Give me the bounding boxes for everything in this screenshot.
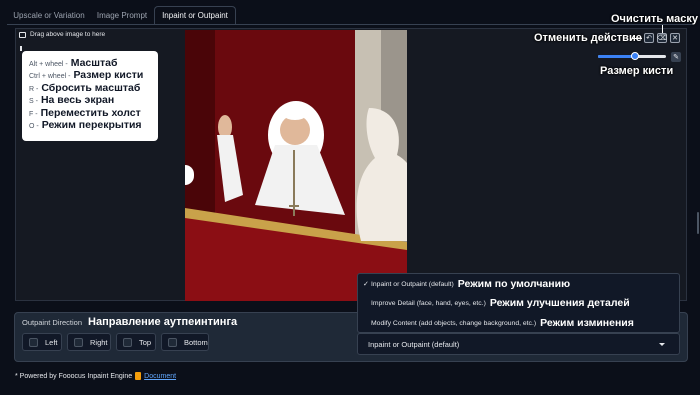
shortcut-annotation: На весь экран bbox=[40, 94, 115, 107]
select-value: Inpaint or Outpaint (default) bbox=[368, 339, 460, 349]
outpaint-direction-annotation: Направление аутпеинтинга bbox=[88, 316, 238, 328]
brush-icon[interactable]: ✎ bbox=[671, 52, 681, 62]
shortcut-row: Alt + wheel - Масштаб bbox=[29, 57, 151, 69]
clear-mask-icon: ⌫ bbox=[657, 34, 667, 42]
option-label: Improve Detail (face, hand, eyes, etc.) bbox=[371, 299, 486, 307]
scrollbar[interactable] bbox=[697, 212, 699, 234]
check-icon: ✓ bbox=[363, 281, 369, 288]
shortcut-key: S - bbox=[29, 98, 38, 106]
direction-checkbox-left[interactable]: Left bbox=[22, 333, 62, 351]
cursor-marker bbox=[20, 46, 22, 51]
shortcut-key: Ctrl + wheel - bbox=[29, 73, 71, 81]
outpaint-direction-text: Outpaint Direction bbox=[22, 318, 83, 327]
shortcuts-card: Alt + wheel - Масштаб Ctrl + wheel - Разме… bbox=[22, 51, 158, 141]
uploaded-image bbox=[185, 30, 407, 301]
tab-upscale-or-variation[interactable]: Upscale or Variation bbox=[10, 6, 88, 25]
footer-text: * Powered by Fooocus Inpaint Engine bbox=[15, 372, 133, 380]
direction-label: Bottom bbox=[184, 337, 208, 347]
dropdown-option-default[interactable]: ✓ Inpaint or Outpaint (default) Режим по… bbox=[358, 275, 681, 293]
shortcut-row: F - Переместить холст bbox=[29, 107, 151, 119]
dropdown-option-modify-content[interactable]: Modify Content (add objects, change back… bbox=[358, 314, 681, 332]
shortcut-annotation: Переместить холст bbox=[40, 106, 141, 119]
undo-button[interactable]: ↶ bbox=[644, 33, 654, 43]
shortcut-annotation: Режим перекрытия bbox=[41, 118, 142, 131]
image-icon bbox=[19, 31, 26, 38]
shortcut-key: R - bbox=[29, 85, 39, 93]
inpaint-method-select[interactable]: Inpaint or Outpaint (default) bbox=[357, 333, 680, 355]
outpaint-direction-label: Outpaint Direction Направление аутпеинти… bbox=[22, 316, 237, 328]
undo-annotation: Отменить действие bbox=[534, 32, 642, 44]
footer: * Powered by Fooocus Inpaint Engine Docu… bbox=[15, 372, 176, 380]
direction-checkbox-right[interactable]: Right bbox=[67, 333, 111, 351]
shortcut-key: Alt + wheel - bbox=[29, 61, 68, 68]
shortcut-row: O - Режим перекрытия bbox=[29, 119, 151, 131]
drag-image-hint: Drag above image to here bbox=[19, 31, 105, 38]
clear-mask-annotation: Очистить маску bbox=[611, 13, 699, 25]
tab-inpaint-or-outpaint[interactable]: Inpaint or Outpaint bbox=[154, 6, 236, 25]
brush-size-slider-fill bbox=[598, 55, 636, 58]
option-annotation: Режим изминения bbox=[540, 317, 634, 329]
shortcut-row: S - На весь экран bbox=[29, 94, 151, 106]
close-button[interactable]: ✕ bbox=[670, 33, 680, 43]
option-label: Inpaint or Outpaint (default) bbox=[371, 280, 454, 288]
annotation-connector bbox=[662, 25, 663, 33]
shortcut-row: Ctrl + wheel - Размер кисти bbox=[29, 69, 151, 81]
inpaint-method-dropdown: ✓ Inpaint or Outpaint (default) Режим по… bbox=[357, 273, 680, 333]
option-label: Modify Content (add objects, change back… bbox=[371, 319, 537, 327]
document-link[interactable]: Document bbox=[144, 373, 176, 380]
direction-label: Top bbox=[139, 337, 152, 347]
clear-mask-button[interactable]: ⌫ bbox=[657, 33, 667, 43]
checkbox[interactable] bbox=[168, 337, 177, 347]
shortcut-key: F - bbox=[29, 110, 38, 118]
shortcut-annotation: Масштаб bbox=[70, 57, 118, 69]
checkbox[interactable] bbox=[74, 337, 83, 347]
shortcut-annotation: Размер кисти bbox=[73, 69, 144, 82]
close-icon: ✕ bbox=[672, 34, 678, 42]
direction-checkbox-top[interactable]: Top bbox=[116, 333, 156, 351]
direction-label: Left bbox=[45, 337, 58, 347]
tab-divider bbox=[7, 24, 693, 25]
direction-label: Right bbox=[90, 337, 108, 347]
brush-size-slider[interactable] bbox=[598, 52, 666, 60]
chevron-down-icon bbox=[659, 343, 665, 346]
shortcut-key: O - bbox=[29, 122, 39, 130]
checkbox[interactable] bbox=[29, 337, 38, 347]
option-annotation: Режим улучшения деталей bbox=[489, 297, 630, 309]
undo-icon: ↶ bbox=[646, 34, 652, 42]
drag-image-label: Drag above image to here bbox=[30, 31, 106, 38]
dropdown-option-improve-detail[interactable]: Improve Detail (face, hand, eyes, etc.) … bbox=[358, 294, 681, 312]
option-annotation: Режим по умолчанию bbox=[457, 278, 571, 290]
document-icon bbox=[135, 372, 142, 380]
checkbox[interactable] bbox=[123, 337, 132, 347]
brush-size-annotation: Размер кисти bbox=[600, 65, 674, 77]
shortcut-annotation: Сбросить масштаб bbox=[41, 81, 141, 94]
tab-image-prompt[interactable]: Image Prompt bbox=[93, 6, 151, 25]
direction-checkbox-bottom[interactable]: Bottom bbox=[161, 333, 209, 351]
annotation-connector bbox=[632, 38, 642, 39]
shortcut-row: R - Сбросить масштаб bbox=[29, 82, 151, 94]
